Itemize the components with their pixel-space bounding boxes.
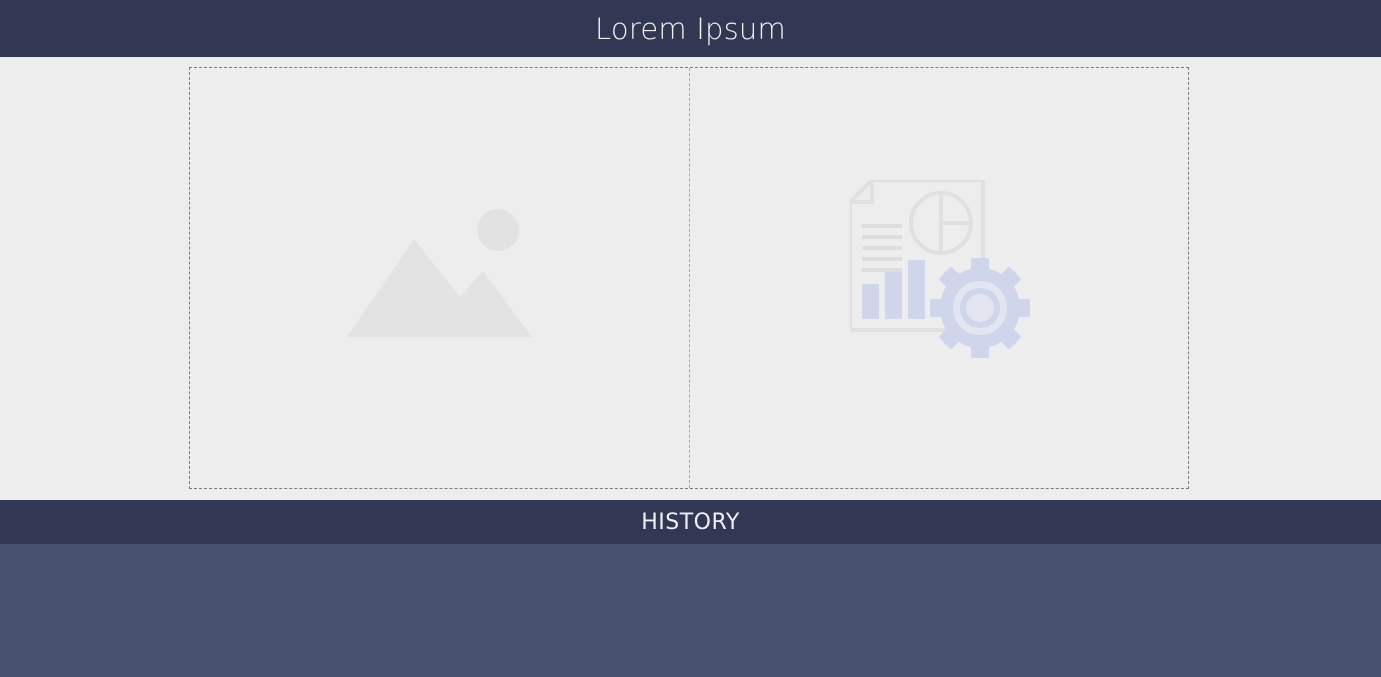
page-title: Lorem Ipsum <box>595 11 786 46</box>
image-upload-panel[interactable] <box>190 68 690 488</box>
app-window: Lorem Ipsum HISTORY <box>0 0 1381 677</box>
history-bar[interactable]: HISTORY <box>0 500 1381 544</box>
report-settings-icon <box>848 178 1040 374</box>
image-placeholder-icon <box>347 208 547 352</box>
history-panel <box>0 544 1381 677</box>
history-label: HISTORY <box>641 509 740 535</box>
main-content <box>0 57 1381 500</box>
report-settings-panel[interactable] <box>690 68 1190 488</box>
header-bar: Lorem Ipsum <box>0 0 1381 57</box>
panel-container <box>189 67 1189 489</box>
